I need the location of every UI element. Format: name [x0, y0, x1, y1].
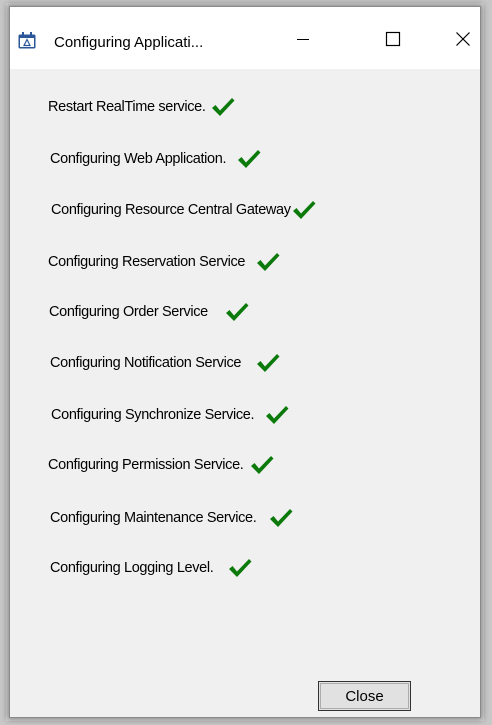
checkmark-icon — [291, 199, 317, 221]
step-label: Configuring Reservation Service — [48, 254, 246, 270]
checkmark-icon — [249, 454, 275, 476]
step-item: Configuring Reservation Service — [48, 251, 281, 273]
maximize-button[interactable] — [370, 27, 416, 55]
checkmark-icon — [210, 96, 236, 118]
title-bar[interactable]: Configuring Applicati... — [10, 7, 480, 69]
window-title: Configuring Applicati... — [54, 34, 204, 51]
step-label: Configuring Notification Service — [50, 355, 242, 371]
step-item: Configuring Logging Level. — [50, 557, 253, 579]
minimize-button[interactable] — [280, 27, 326, 55]
dialog-window: Configuring Applicati... Restart RealTim… — [9, 6, 481, 718]
close-icon — [455, 31, 471, 52]
minimize-icon — [296, 32, 310, 51]
close-button[interactable]: Close — [318, 681, 411, 711]
step-item: Restart RealTime service. — [48, 96, 236, 118]
step-label: Configuring Permission Service. — [48, 457, 244, 473]
checkmark-icon — [268, 507, 294, 529]
checkmark-icon — [255, 352, 281, 374]
step-item: Configuring Order Service — [49, 301, 250, 323]
checkmark-icon — [224, 301, 250, 323]
step-label: Configuring Synchronize Service. — [51, 407, 255, 423]
step-item: Configuring Synchronize Service. — [51, 404, 290, 426]
checkmark-icon — [227, 557, 253, 579]
calendar-icon — [18, 32, 36, 49]
step-label: Configuring Maintenance Service. — [50, 510, 257, 526]
checkmark-icon — [255, 251, 281, 273]
step-label: Restart RealTime service. — [48, 99, 206, 115]
checkmark-icon — [236, 148, 262, 170]
step-label: Configuring Web Application. — [50, 151, 227, 167]
step-item: Configuring Resource Central Gateway — [51, 199, 317, 221]
steps-panel: Restart RealTime service. Configuring We… — [10, 69, 480, 719]
step-label: Configuring Logging Level. — [50, 560, 214, 576]
window-close-button[interactable] — [440, 27, 486, 55]
step-item: Configuring Permission Service. — [48, 454, 275, 476]
step-item: Configuring Notification Service — [50, 352, 281, 374]
step-item: Configuring Maintenance Service. — [50, 507, 294, 529]
step-label: Configuring Resource Central Gateway — [51, 202, 291, 218]
step-label: Configuring Order Service — [49, 304, 208, 320]
checkmark-icon — [264, 404, 290, 426]
step-item: Configuring Web Application. — [50, 148, 262, 170]
maximize-icon — [385, 31, 401, 52]
